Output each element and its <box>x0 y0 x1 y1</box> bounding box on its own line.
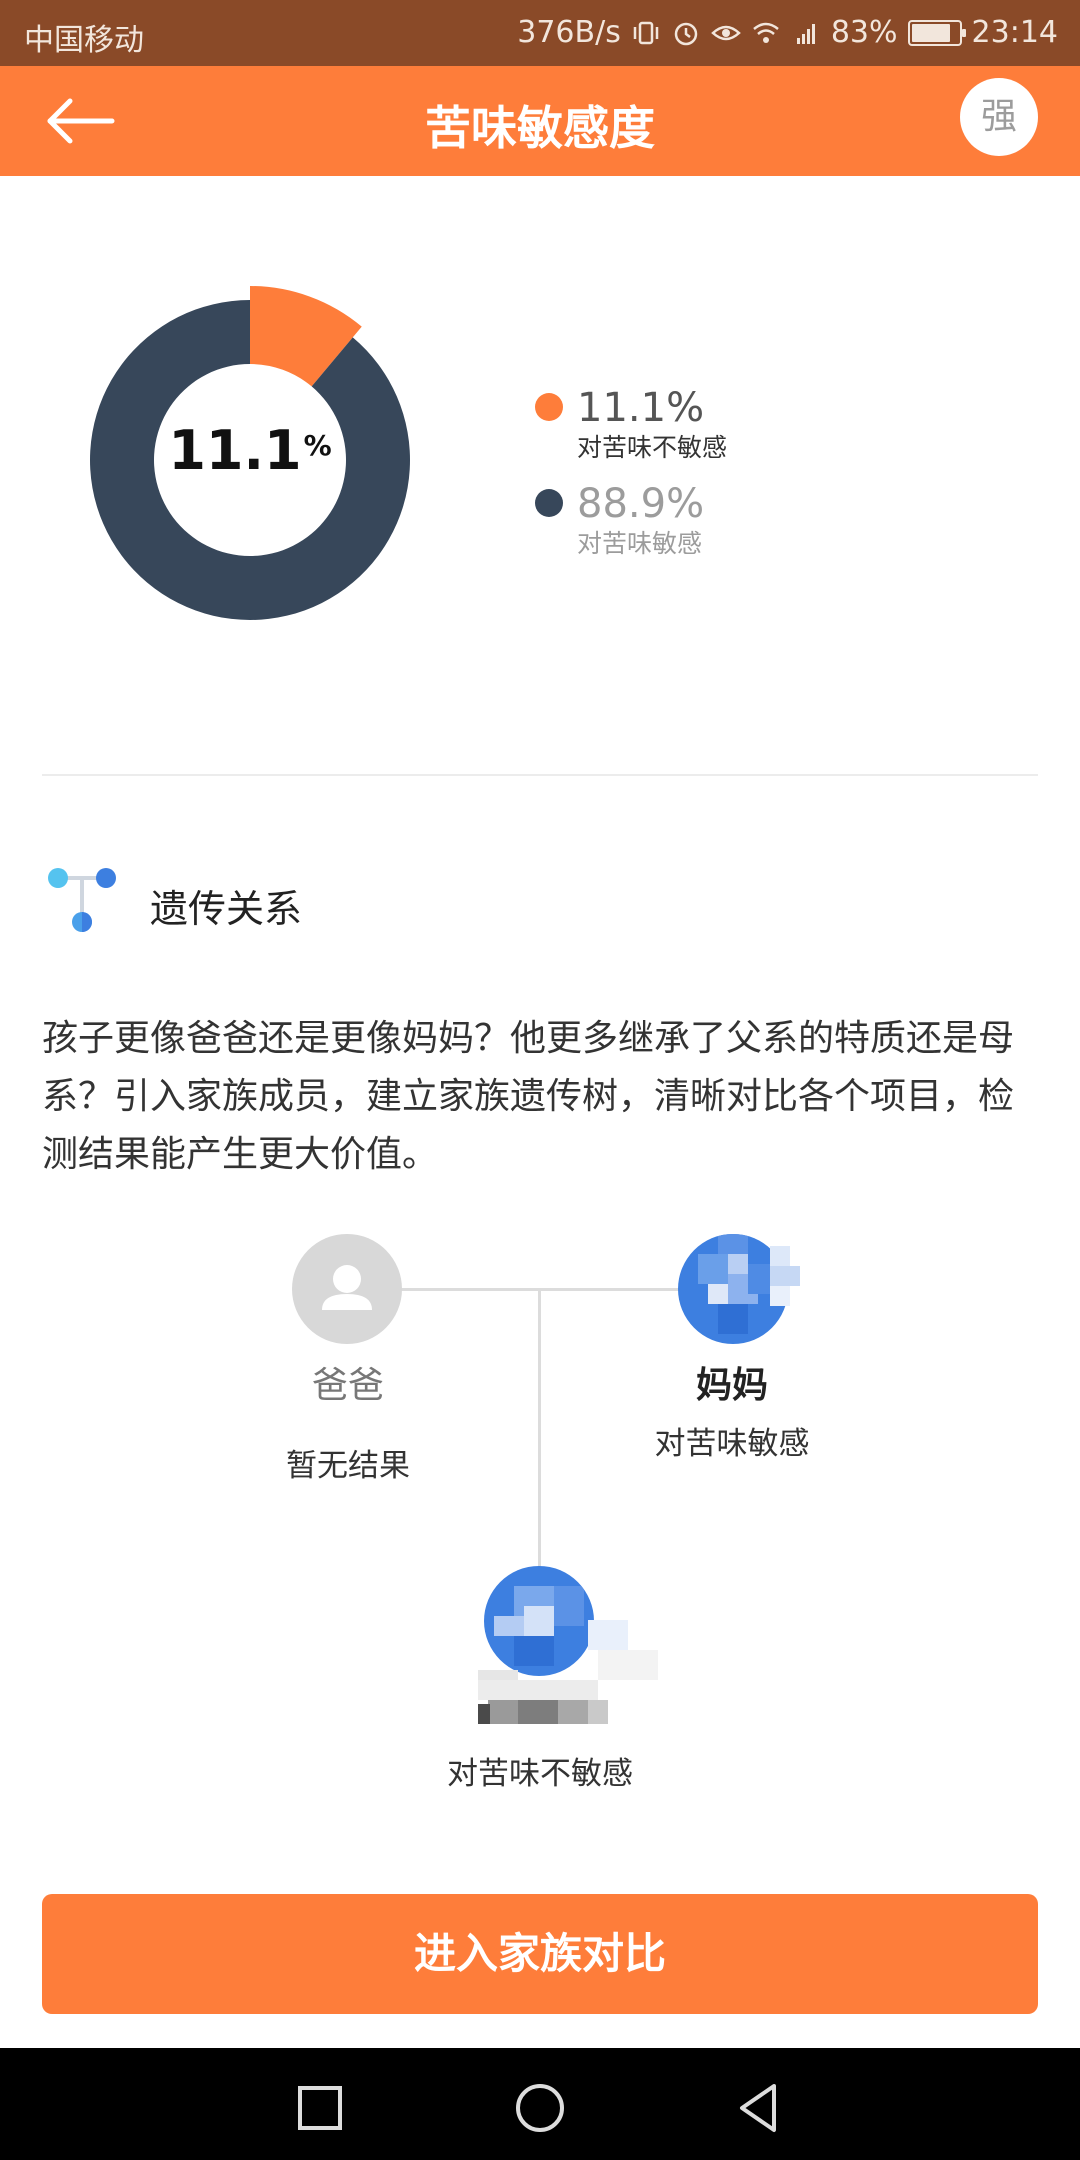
alarm-icon <box>674 22 698 45</box>
mother-photo-overflow <box>770 1246 800 1306</box>
donut-center-unit: % <box>303 428 332 462</box>
home-icon[interactable] <box>510 2078 570 2138</box>
wifi-icon <box>753 22 779 43</box>
legend-label-sensitive: 对苦味敏感 <box>577 529 703 558</box>
legend-dot-insensitive <box>535 393 563 421</box>
system-nav-bar <box>0 2048 1080 2160</box>
family-compare-button[interactable]: 进入家族对比 <box>42 1894 1038 2014</box>
page-title: 苦味敏感度 <box>425 101 655 155</box>
genetics-description: 孩子更像爸爸还是更像妈妈？他更多继承了父系的特质还是母系？引入家族成员，建立家族… <box>42 1018 1015 1175</box>
genetic-tree-icon <box>48 868 116 932</box>
back-nav-icon[interactable] <box>730 2078 790 2138</box>
carrier-label: 中国移动 <box>24 23 144 58</box>
legend-dot-sensitive <box>535 489 563 517</box>
father-avatar[interactable] <box>292 1234 402 1344</box>
donut-center-value: 11.1 <box>168 418 302 482</box>
battery-percent: 83% <box>830 15 898 50</box>
status-bar: 中国移动 376B/s 83% 23:14 <box>0 0 1080 66</box>
legend-label-insensitive: 对苦味不敏感 <box>577 433 728 462</box>
tree-line-vertical <box>538 1288 541 1568</box>
user-avatar-button[interactable]: 强 <box>960 78 1038 156</box>
section-divider <box>42 774 1038 776</box>
eye-icon <box>710 25 741 40</box>
legend-value-sensitive: 88.9% <box>577 481 705 527</box>
battery-icon <box>907 19 966 46</box>
4g-signal-icon <box>796 23 815 44</box>
recents-icon[interactable] <box>290 2078 350 2138</box>
father-name: 爸爸 <box>311 1365 384 1406</box>
app-bar: 苦味敏感度 强 <box>0 66 1080 176</box>
legend-item-insensitive: 11.1% 对苦味不敏感 <box>535 385 727 465</box>
mother-name: 妈妈 <box>695 1365 768 1406</box>
chart-legend: 11.1% 对苦味不敏感 88.9% 对苦味敏感 <box>535 385 727 577</box>
battery-level <box>911 23 950 42</box>
mother-result: 对苦味敏感 <box>654 1426 810 1462</box>
vibrate-icon <box>633 21 659 44</box>
child-name-pixelated <box>478 1620 658 1724</box>
network-speed: 376B/s <box>517 15 621 50</box>
person-icon <box>322 1265 372 1310</box>
genetics-title: 遗传关系 <box>150 887 303 931</box>
donut-chart: 11.1 % <box>60 260 440 640</box>
status-icons: 376B/s 83% 23:14 <box>517 15 1058 50</box>
father-result: 暂无结果 <box>286 1448 410 1484</box>
child-result: 对苦味不敏感 <box>447 1756 633 1792</box>
clock: 23:14 <box>971 15 1058 50</box>
donut-center-label: 11.1 % <box>60 260 440 640</box>
legend-value-insensitive: 11.1% <box>577 385 705 431</box>
legend-item-sensitive: 88.9% 对苦味敏感 <box>535 481 727 561</box>
